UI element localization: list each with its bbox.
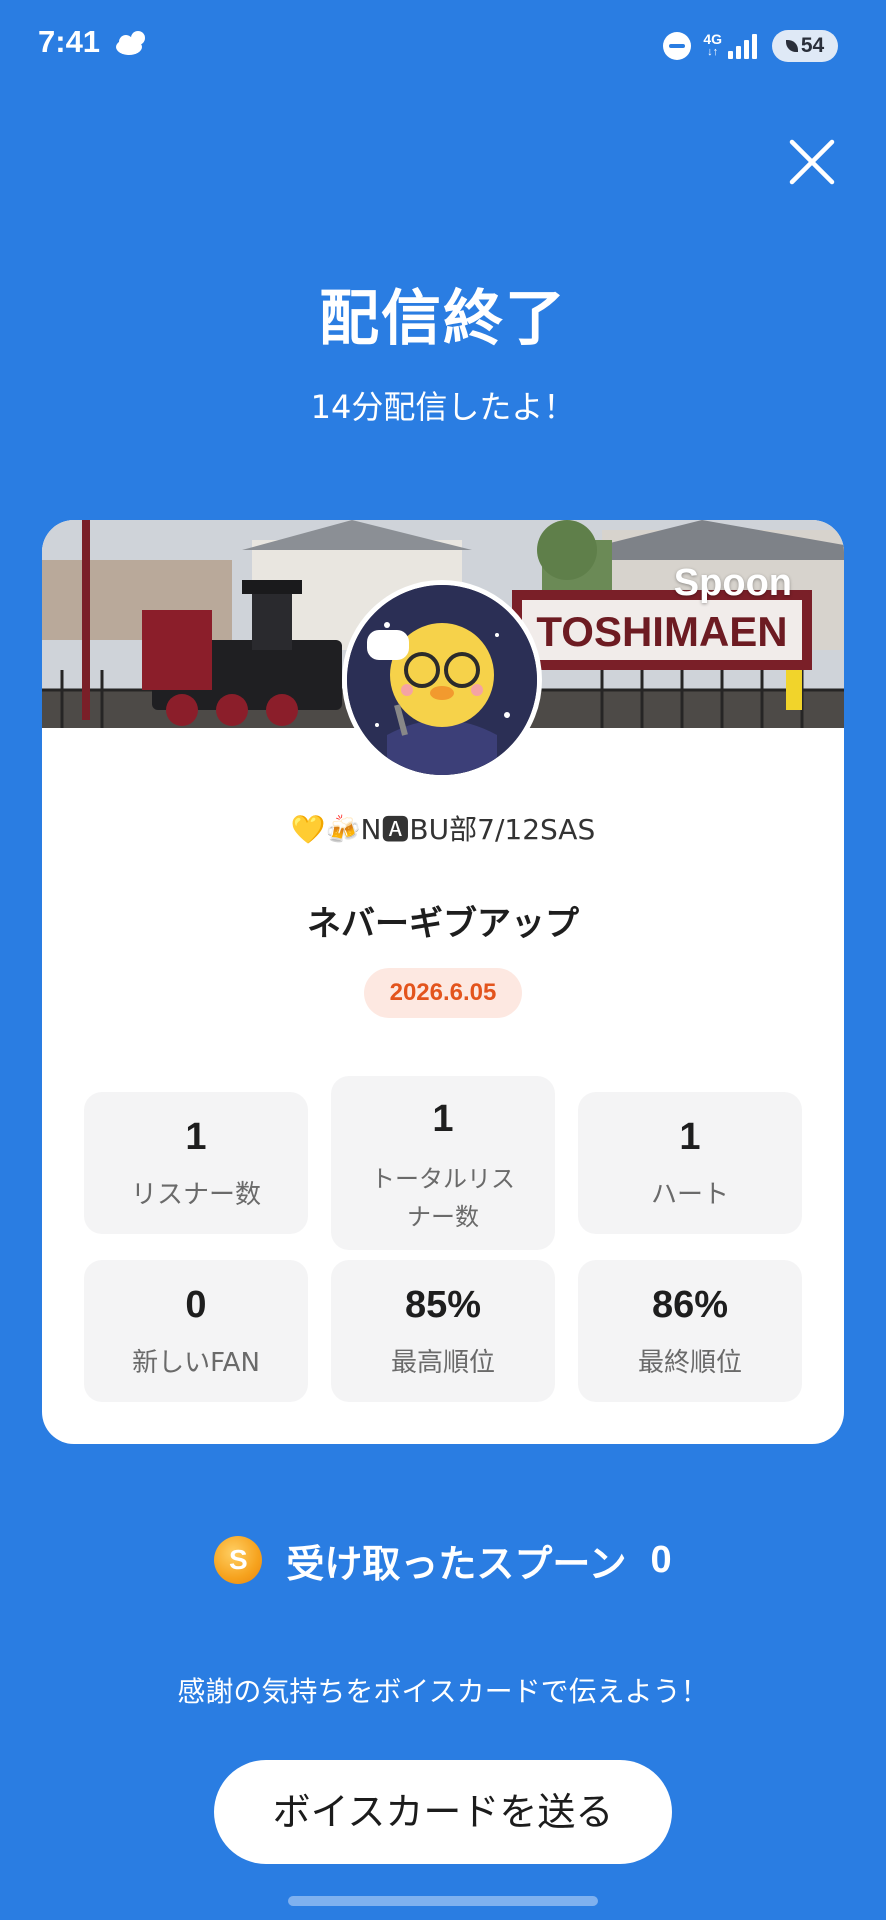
received-spoons-label: 受け取ったスプーン <box>286 1541 627 1586</box>
stat-new-fans: 0 新しいFAN <box>84 1260 308 1402</box>
stat-value: 0 <box>185 1284 207 1326</box>
stat-value: 85% <box>404 1284 482 1326</box>
signal-icon <box>728 33 760 59</box>
network-type-label: 4G <box>703 31 722 47</box>
do-not-disturb-icon <box>663 32 692 60</box>
banner-sign-text: TOSHIMAEN <box>536 608 787 655</box>
page-subtitle: 14分配信したよ！ <box>310 388 576 426</box>
stat-value: 1 <box>679 1116 701 1158</box>
stat-listeners: 1 リスナー数 <box>84 1092 308 1234</box>
status-time: 7:41 <box>38 24 101 59</box>
home-indicator[interactable] <box>288 1896 598 1906</box>
network-activity-arrows: ↓↑ <box>707 46 719 58</box>
stat-total-listeners: 1 トータルリス ナー数 <box>331 1076 555 1250</box>
stat-label: トータルリス ナー数 <box>371 1165 515 1231</box>
thanks-message: 感謝の気持ちをボイスカードで伝えよう！ <box>177 1675 709 1708</box>
close-icon[interactable] <box>786 136 838 188</box>
stat-label: 最終順位 <box>637 1348 742 1378</box>
stat-value: 86% <box>651 1284 729 1326</box>
stat-highest-rank: 85% 最高順位 <box>331 1260 555 1402</box>
date-badge: 2026.6.05 <box>364 968 522 1018</box>
page-title: 配信終了 <box>319 284 567 354</box>
received-spoons-count: 0 <box>650 1538 672 1581</box>
received-spoons: S 受け取ったスプーン 0 <box>0 1532 886 1588</box>
battery-saver-icon <box>785 40 798 52</box>
avatar-image <box>347 585 537 775</box>
stat-hearts: 1 ハート <box>578 1092 802 1234</box>
username: 💛🍻N🅰BU部7/12SAS <box>290 813 596 846</box>
stat-label: ハート <box>650 1180 729 1210</box>
stat-label: 最高順位 <box>390 1348 495 1378</box>
status-bar: 7:41 4G ↓↑ 54 <box>0 0 886 90</box>
send-voice-card-button[interactable]: ボイスカードを送る <box>214 1760 672 1864</box>
stat-label: リスナー数 <box>130 1180 261 1210</box>
cloud-sun-icon <box>116 31 145 55</box>
battery-indicator: 54 <box>772 30 838 62</box>
stat-label: 新しいFAN <box>132 1348 260 1378</box>
spoon-logo: Spoon <box>673 562 792 604</box>
stream-title: ネバーギブアップ <box>307 904 579 944</box>
stat-value: 1 <box>185 1116 207 1158</box>
stat-final-rank: 86% 最終順位 <box>578 1260 802 1402</box>
battery-level: 54 <box>800 34 825 57</box>
network-type: 4G ↓↑ <box>703 31 722 59</box>
spoon-coin-icon: S <box>214 1536 263 1584</box>
broadcast-summary-card: TOSHIMAEN Spoon 💛🍻N🅰BU部7/12SAS ネバーギブアップ … <box>42 520 844 1444</box>
avatar[interactable] <box>342 580 542 780</box>
status-indicators: 4G ↓↑ 54 <box>663 26 838 66</box>
stat-value: 1 <box>432 1098 454 1140</box>
